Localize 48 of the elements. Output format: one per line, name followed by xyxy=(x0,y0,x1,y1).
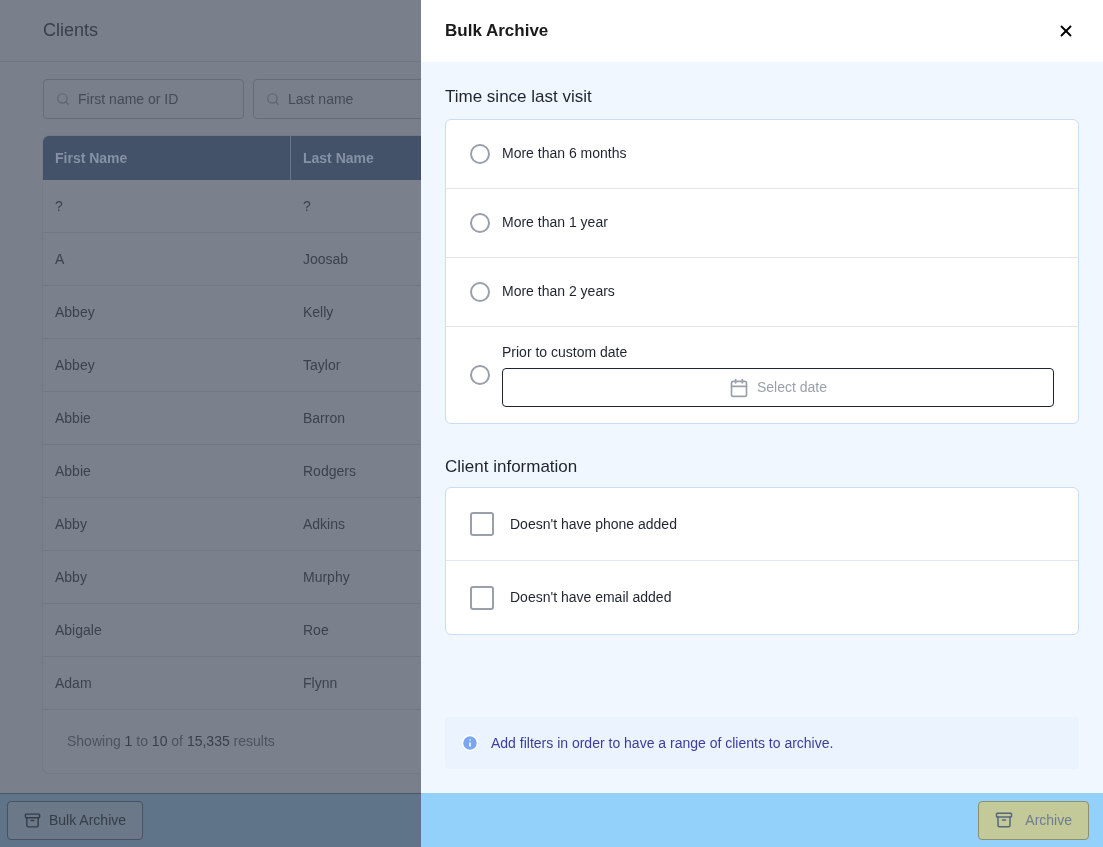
table-cell-text: Adam xyxy=(55,673,92,693)
radio-button[interactable] xyxy=(470,364,490,385)
section-heading: Client information xyxy=(445,455,579,478)
table-cell-text: A xyxy=(55,249,65,269)
column-header[interactable]: First Name xyxy=(43,136,291,180)
date-field[interactable]: Select date xyxy=(502,368,1054,407)
table-cell-text: ? xyxy=(303,196,311,216)
checkbox[interactable] xyxy=(470,585,494,610)
table-cell-text: Roe xyxy=(303,620,329,640)
table-cell-text: Taylor xyxy=(303,355,341,375)
option-label: More than 6 months xyxy=(502,144,627,163)
option-label: Doesn't have phone added xyxy=(510,514,677,534)
checkbox[interactable] xyxy=(470,512,494,536)
table-cell-text: Adkins xyxy=(303,514,346,534)
option-label: Prior to custom date xyxy=(502,343,629,362)
table-cell-text: Abbie xyxy=(55,461,91,481)
archive-icon xyxy=(995,811,1014,829)
archive-icon xyxy=(24,812,41,829)
option-label: Doesn't have email added xyxy=(510,588,672,607)
table-cell-text: Rodgers xyxy=(303,461,356,481)
table-cell-text: Joosab xyxy=(303,249,349,269)
radio-button[interactable] xyxy=(470,212,490,233)
radio-button[interactable] xyxy=(470,281,490,302)
calendar-icon xyxy=(728,377,749,398)
page-title: Clients xyxy=(43,19,99,42)
section-heading: Time since last visit xyxy=(445,86,593,108)
table-cell-text: Murphy xyxy=(303,567,350,587)
table-cell-text: Abbey xyxy=(55,302,95,322)
option-label: More than 1 year xyxy=(502,213,608,232)
table-cell-text: Flynn xyxy=(303,673,338,693)
table-cell-text: Abbey xyxy=(55,355,95,375)
table-cell-text: Abby xyxy=(55,514,87,534)
column-header[interactable]: Last Name xyxy=(291,136,421,180)
option-label: More than 2 years xyxy=(502,282,615,301)
bulk-archive-button[interactable]: Bulk Archive xyxy=(7,801,144,840)
table-cell-text: ? xyxy=(55,196,63,216)
date-placeholder: Select date xyxy=(756,378,828,397)
dialog-title: Bulk Archive xyxy=(445,20,549,43)
table-cell-text: Barron xyxy=(303,408,346,428)
search-icon xyxy=(56,92,70,106)
radio-button[interactable] xyxy=(470,143,490,164)
table-cell-text: Abbie xyxy=(55,408,91,428)
search-icon xyxy=(266,92,280,106)
notice-text: Add filters in order to have a range of clients to archive. xyxy=(491,733,834,753)
table-cell-text: Abby xyxy=(55,567,87,587)
info-icon xyxy=(461,734,479,752)
table-cell-text: Abigale xyxy=(55,620,102,640)
table-cell-text: Kelly xyxy=(303,302,334,322)
